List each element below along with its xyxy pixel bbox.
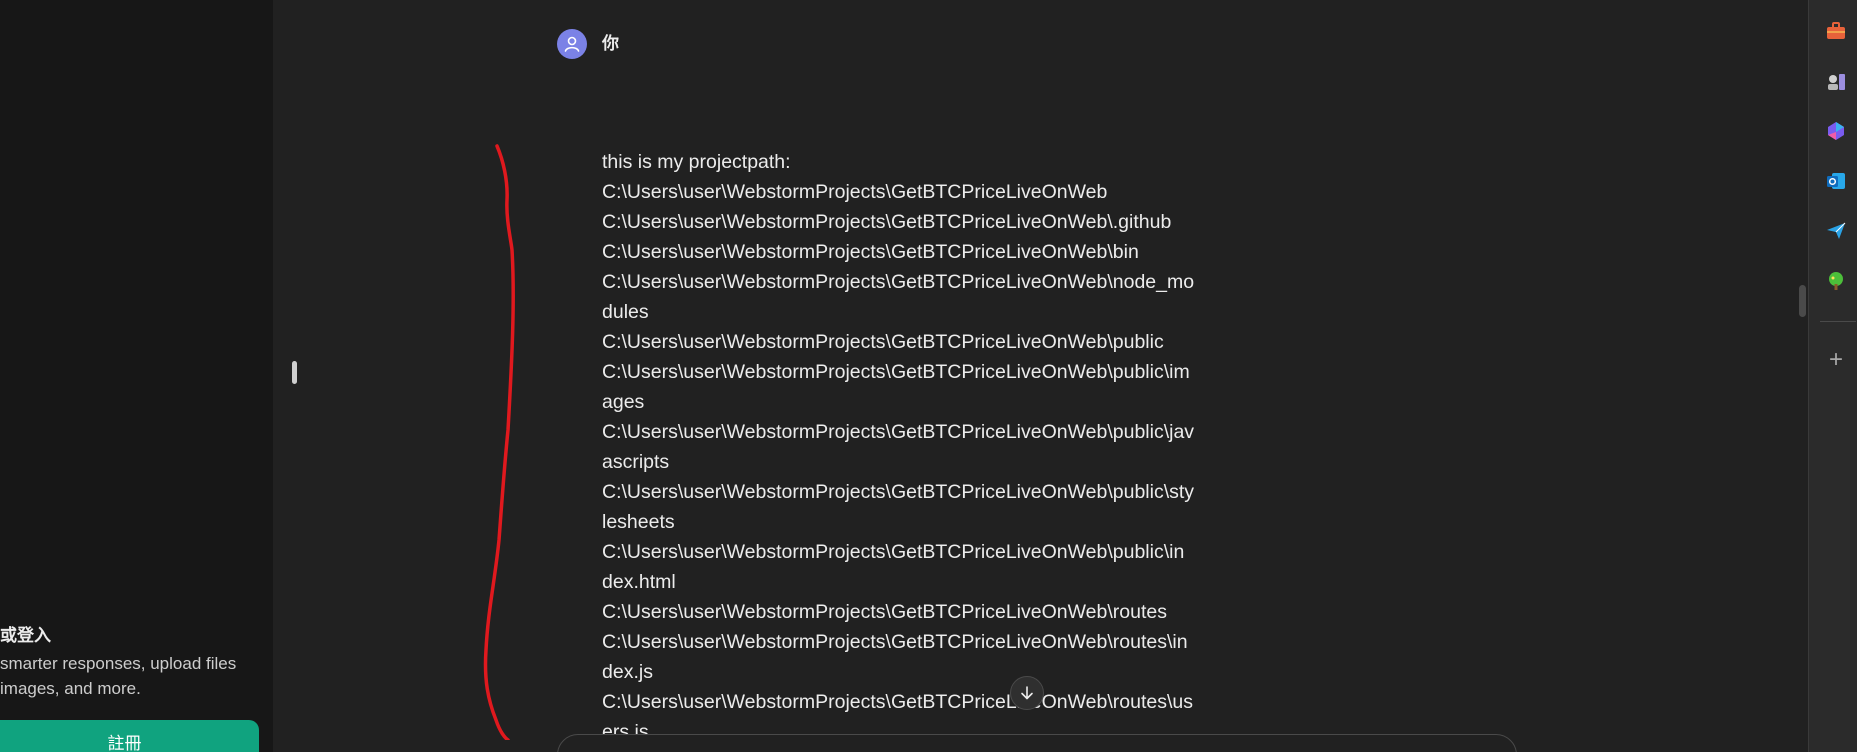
arrow-down-icon [1021, 686, 1033, 700]
briefcase-icon[interactable] [1825, 20, 1847, 42]
message-line: C:\Users\user\WebstormProjects\GetBTCPri… [602, 181, 1108, 203]
left-sidebar: 或登入 smarter responses, upload files imag… [0, 0, 273, 752]
user-message: this is my projectpath: C:\Users\user\Web… [602, 147, 1262, 737]
message-line: dex.html [602, 571, 676, 593]
message-line: C:\Users\user\WebstormProjects\GetBTCPri… [602, 631, 1188, 653]
message-line: C:\Users\user\WebstormProjects\GetBTCPri… [602, 361, 1190, 383]
message-line: C:\Users\user\WebstormProjects\GetBTCPri… [602, 331, 1164, 353]
message-line: dex.js [602, 661, 653, 683]
signup-title: 或登入 [0, 626, 51, 646]
copilot-icon[interactable] [1825, 120, 1847, 142]
message-line: C:\Users\user\WebstormProjects\GetBTCPri… [602, 601, 1167, 623]
message-line: C:\Users\user\WebstormProjects\GetBTCPri… [602, 271, 1195, 293]
plus-icon[interactable]: + [1825, 348, 1847, 372]
user-name: 你 [602, 34, 619, 54]
outlook-icon[interactable] [1825, 170, 1847, 192]
message-line: this is my projectpath: [602, 151, 791, 173]
message-line: ascripts [602, 451, 670, 473]
scroll-to-bottom-button[interactable] [1010, 676, 1044, 710]
message-line: C:\Users\user\WebstormProjects\GetBTCPri… [602, 691, 1193, 713]
message-line: C:\Users\user\WebstormProjects\GetBTCPri… [602, 541, 1185, 563]
sidebar-resize-handle[interactable] [292, 361, 297, 384]
message-line: lesheets [602, 511, 675, 533]
chess-icon[interactable] [1825, 70, 1847, 92]
tree-icon[interactable] [1825, 270, 1847, 292]
message-line: dules [602, 301, 649, 323]
user-icon [564, 36, 580, 52]
message-line: C:\Users\user\WebstormProjects\GetBTCPri… [602, 421, 1195, 443]
message-line: ages [602, 391, 645, 413]
message-composer[interactable] [557, 734, 1517, 752]
annotation-mark [483, 144, 515, 740]
user-avatar [557, 29, 587, 59]
main-scrollbar[interactable] [1799, 285, 1806, 317]
app-window: 或登入 smarter responses, upload files imag… [0, 0, 1857, 752]
message-line: C:\Users\user\WebstormProjects\GetBTCPri… [602, 241, 1139, 263]
message-line: C:\Users\user\WebstormProjects\GetBTCPri… [602, 211, 1172, 233]
message-line: C:\Users\user\WebstormProjects\GetBTCPri… [602, 481, 1195, 503]
send-icon[interactable] [1825, 220, 1847, 242]
edge-divider [1820, 321, 1856, 322]
signup-button[interactable]: 註冊 [0, 720, 259, 752]
edge-sidebar [1808, 0, 1857, 752]
signup-description: smarter responses, upload files images, … [0, 654, 237, 698]
